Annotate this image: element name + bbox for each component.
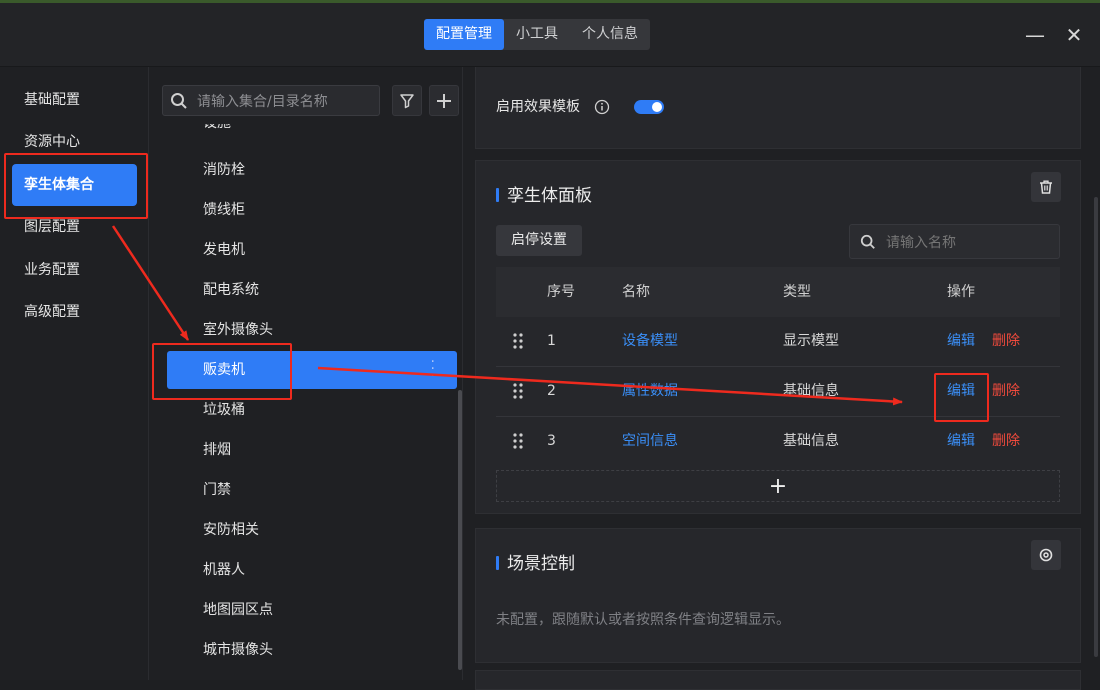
sidebar: 基础配置 资源中心 孪生体集合 图层配置 业务配置 高级配置 bbox=[0, 67, 149, 680]
table-row: 3 空间信息 基础信息 编辑 删除 bbox=[496, 417, 1060, 466]
trash-icon bbox=[1040, 180, 1052, 194]
row-name-link[interactable]: 属性数据 bbox=[622, 367, 678, 416]
main-tabs: 配置管理 小工具 个人信息 bbox=[424, 19, 650, 50]
add-row-button[interactable]: + bbox=[496, 470, 1060, 502]
column-header-actions: 操作 bbox=[947, 284, 975, 300]
delete-panel-button[interactable] bbox=[1031, 172, 1061, 202]
detail-scrollbar[interactable] bbox=[1094, 197, 1098, 657]
start-stop-settings-button[interactable]: 启停设置 bbox=[496, 225, 582, 256]
title-accent-bar bbox=[496, 188, 499, 202]
table-header: 序号 名称 类型 操作 bbox=[496, 267, 1060, 317]
row-type: 基础信息 bbox=[783, 383, 839, 399]
plus-icon bbox=[437, 93, 451, 108]
effect-template-label: 启用效果模板 bbox=[496, 99, 580, 115]
list-item[interactable]: 机器人 bbox=[167, 551, 457, 589]
filter-icon bbox=[400, 93, 414, 108]
delete-link[interactable]: 删除 bbox=[992, 367, 1020, 416]
row-index: 2 bbox=[547, 383, 556, 399]
app-window: 配置管理 小工具 个人信息 — ✕ 基础配置 资源中心 孪生体集合 图层配置 业… bbox=[0, 0, 1100, 690]
top-edge bbox=[0, 0, 1100, 3]
list-item[interactable]: 发电机 bbox=[167, 231, 457, 269]
next-panel bbox=[475, 670, 1081, 690]
search-icon bbox=[171, 93, 187, 109]
row-index: 3 bbox=[547, 433, 556, 449]
list-item[interactable]: 配电系统 bbox=[167, 271, 457, 309]
list-item[interactable]: 安防相关 bbox=[167, 511, 457, 549]
sidebar-item-advanced-config[interactable]: 高级配置 bbox=[12, 291, 137, 333]
list-item[interactable]: 排烟 bbox=[167, 431, 457, 469]
scene-settings-button[interactable] bbox=[1031, 540, 1061, 570]
table-row: 1 设备模型 显示模型 编辑 删除 bbox=[496, 317, 1060, 367]
collection-list: 设施 消防栓 馈线柜 发电机 配电系统 室外摄像头 贩卖机 ··· 垃圾桶 排烟… bbox=[149, 124, 462, 680]
drag-handle-icon[interactable] bbox=[512, 382, 524, 400]
column-header-index: 序号 bbox=[547, 284, 575, 300]
sidebar-item-resource-center[interactable]: 资源中心 bbox=[12, 121, 137, 163]
twin-search-input[interactable] bbox=[884, 231, 1053, 255]
scene-control-panel: 场景控制 未配置，跟随默认或者按照条件查询逻辑显示。 bbox=[475, 528, 1081, 663]
close-icon[interactable]: ✕ bbox=[1061, 22, 1087, 48]
delete-link[interactable]: 删除 bbox=[992, 317, 1020, 366]
title-accent-bar bbox=[496, 556, 499, 570]
collection-list-panel: 设施 消防栓 馈线柜 发电机 配电系统 室外摄像头 贩卖机 ··· 垃圾桶 排烟… bbox=[149, 67, 463, 680]
search-icon bbox=[860, 234, 875, 249]
effect-template-panel: 启用效果模板 bbox=[475, 67, 1081, 149]
list-item[interactable]: 门禁 bbox=[167, 471, 457, 509]
list-item[interactable]: 消防栓 bbox=[167, 151, 457, 189]
tab-tools[interactable]: 小工具 bbox=[504, 19, 570, 50]
twin-search-box bbox=[849, 224, 1060, 259]
scene-control-title: 场景控制 bbox=[496, 549, 575, 574]
list-item-selected[interactable]: 贩卖机 · · · bbox=[167, 351, 457, 389]
collection-list-scrollbar[interactable] bbox=[458, 390, 462, 670]
list-item[interactable]: 馈线柜 bbox=[167, 191, 457, 229]
drag-handle-icon[interactable] bbox=[512, 432, 524, 450]
delete-link[interactable]: 删除 bbox=[992, 417, 1020, 466]
twin-panel: 孪生体面板 启停设置 序号 bbox=[475, 160, 1081, 514]
settings-icon bbox=[1039, 548, 1053, 562]
row-type: 基础信息 bbox=[783, 433, 839, 449]
twin-panel-title: 孪生体面板 bbox=[496, 181, 592, 206]
filter-button[interactable] bbox=[392, 85, 422, 116]
edit-link[interactable]: 编辑 bbox=[947, 317, 975, 366]
row-index: 1 bbox=[547, 333, 556, 349]
add-collection-button[interactable] bbox=[429, 85, 459, 116]
sidebar-item-basic-config[interactable]: 基础配置 bbox=[12, 79, 137, 121]
collection-search-box bbox=[162, 85, 380, 116]
edit-link[interactable]: 编辑 bbox=[947, 417, 975, 466]
column-header-type: 类型 bbox=[783, 284, 811, 300]
collection-search-input[interactable] bbox=[195, 90, 379, 114]
sidebar-item-layer-config[interactable]: 图层配置 bbox=[12, 206, 137, 248]
plus-icon: + bbox=[768, 473, 788, 499]
more-icon[interactable]: · · · bbox=[431, 355, 435, 383]
tab-personal-info[interactable]: 个人信息 bbox=[570, 19, 650, 50]
scene-control-empty-text: 未配置，跟随默认或者按照条件查询逻辑显示。 bbox=[496, 612, 790, 628]
effect-template-toggle[interactable] bbox=[634, 100, 664, 114]
list-item[interactable]: 城市摄像头 bbox=[167, 631, 457, 669]
list-item[interactable]: 室外摄像头 bbox=[167, 311, 457, 349]
info-icon[interactable] bbox=[594, 99, 610, 115]
scene-control-title-text: 场景控制 bbox=[507, 554, 575, 574]
list-item[interactable]: 垃圾桶 bbox=[167, 391, 457, 429]
table-row: 2 属性数据 基础信息 编辑 删除 bbox=[496, 367, 1060, 417]
drag-handle-icon[interactable] bbox=[512, 332, 524, 350]
minimize-icon[interactable]: — bbox=[1022, 22, 1048, 48]
list-item-label: 贩卖机 bbox=[203, 362, 245, 378]
row-name-link[interactable]: 空间信息 bbox=[622, 417, 678, 466]
list-item[interactable]: 设施 bbox=[167, 124, 457, 142]
title-bar: 配置管理 小工具 个人信息 — ✕ bbox=[0, 0, 1100, 67]
row-type: 显示模型 bbox=[783, 333, 839, 349]
tab-config-management[interactable]: 配置管理 bbox=[424, 19, 504, 50]
sidebar-item-twin-collection[interactable]: 孪生体集合 bbox=[12, 164, 137, 206]
twin-panel-title-text: 孪生体面板 bbox=[507, 186, 592, 206]
list-item[interactable]: 地图园区点 bbox=[167, 591, 457, 629]
sidebar-item-business-config[interactable]: 业务配置 bbox=[12, 249, 137, 291]
toggle-knob bbox=[652, 102, 662, 112]
row-name-link[interactable]: 设备模型 bbox=[622, 317, 678, 366]
edit-link[interactable]: 编辑 bbox=[947, 367, 975, 416]
column-header-name: 名称 bbox=[622, 284, 650, 300]
detail-area: 启用效果模板 孪生体面板 启停设置 请输入名称 序号 名称 类型 操作 1 设备… bbox=[463, 67, 1100, 690]
